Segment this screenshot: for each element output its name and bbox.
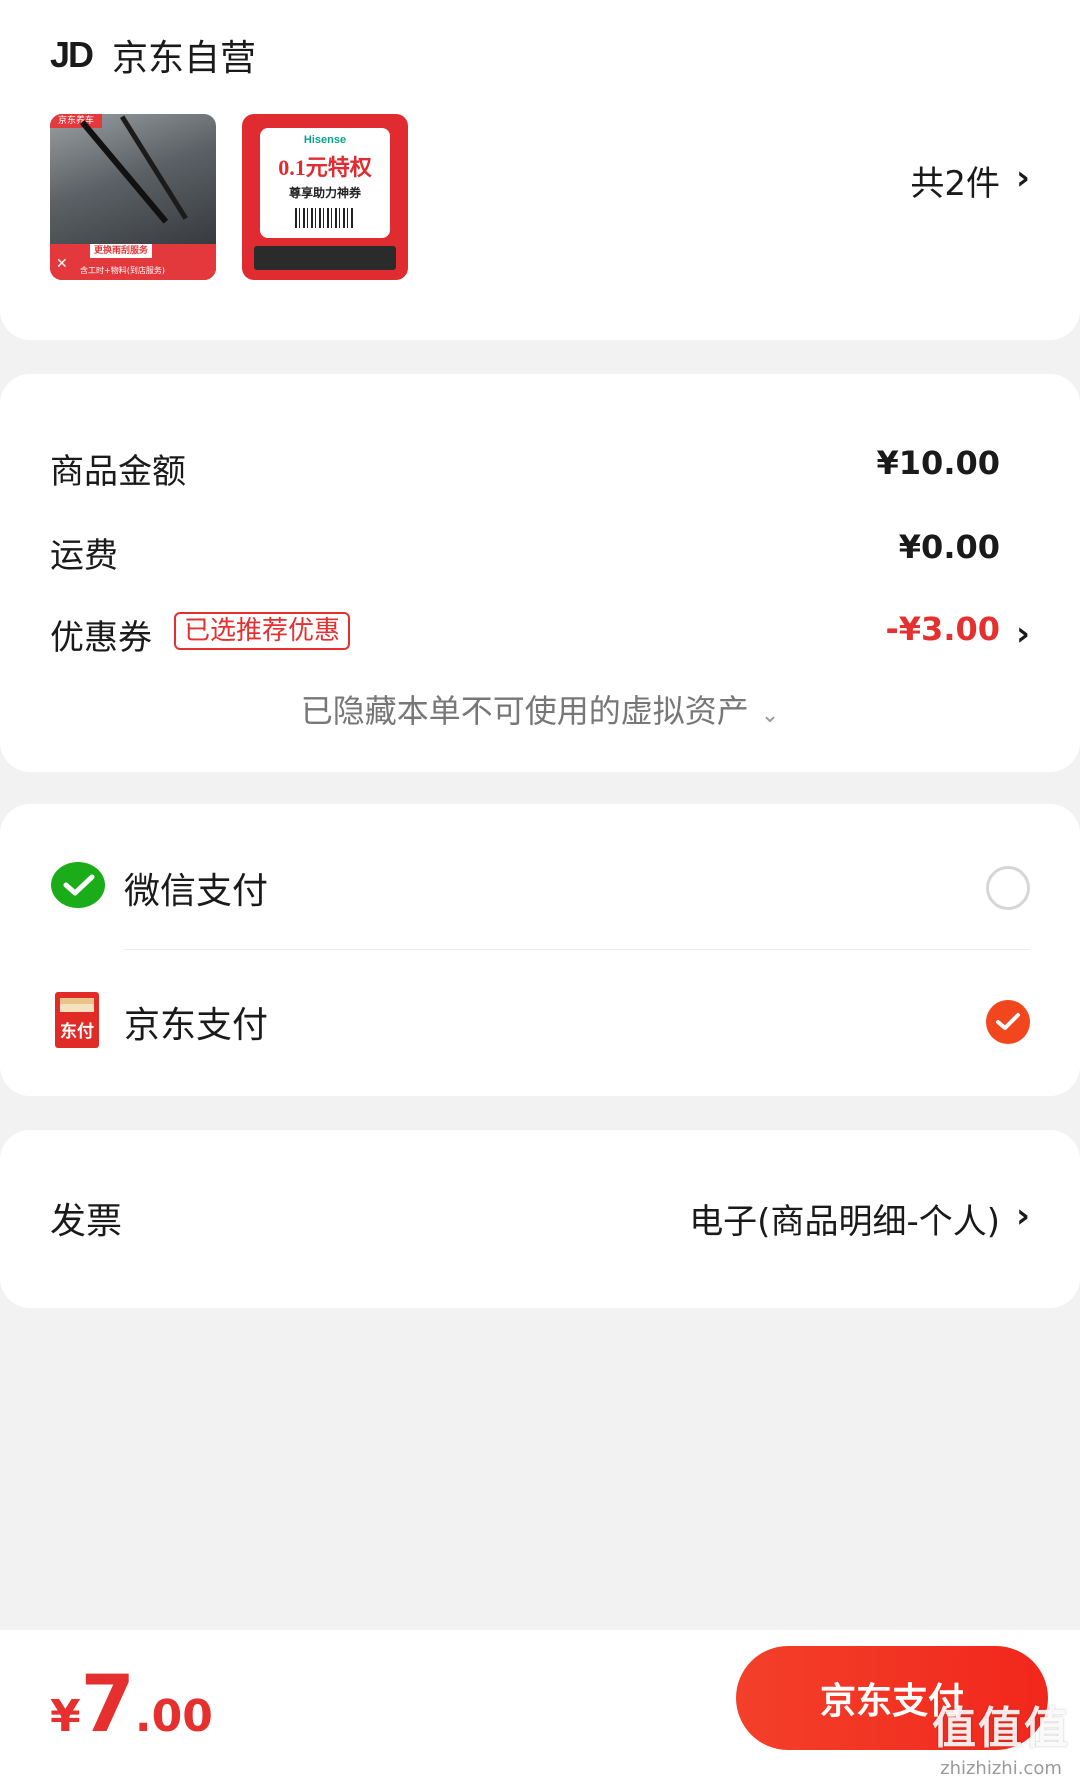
coupon-subtitle: 尊享助力神券 (288, 186, 361, 200)
product-thumbnail-coupon[interactable]: Hisense 0.1元特权 尊享助力神券 (242, 114, 408, 280)
item-count[interactable]: 共2件 (910, 156, 1000, 205)
store-header: JD 京东自营 (50, 30, 256, 80)
shipping-value: ¥0.00 (898, 528, 1000, 566)
coupon-panel: Hisense 0.1元特权 尊享助力神券 (260, 128, 390, 238)
wechat-pay-label[interactable]: 微信支付 (124, 862, 268, 914)
jd-pay-icon-text: 东付 (60, 1021, 94, 1042)
chevron-down-icon: ⌄ (760, 703, 780, 728)
invoice-value[interactable]: 电子(商品明细-个人) (689, 1194, 1000, 1243)
checkout-page: JD 京东自营 京东养车 更换雨刮服务 含工时+物料(到店服务) ✕ Hisen… (0, 0, 1080, 1778)
price-summary-card: 商品金额 ¥10.00 运费 ¥0.00 优惠券 已选推荐优惠 -¥3.00 ›… (0, 374, 1080, 772)
hidden-assets-toggle[interactable]: 已隐藏本单不可使用的虚拟资产 ⌄ (0, 686, 1080, 732)
checkout-bottom-bar: ¥7.00 京东支付 值值值 zhizhizhi.com (0, 1630, 1080, 1778)
coupon-footer-bar (254, 246, 396, 270)
watermark-logo: 值值值 (932, 1703, 1070, 1754)
chevron-right-icon[interactable]: › (1016, 158, 1030, 198)
hidden-assets-text: 已隐藏本单不可使用的虚拟资产 (300, 692, 749, 730)
total-price: ¥7.00 (50, 1660, 213, 1750)
goods-amount-label: 商品金额 (50, 452, 186, 492)
checkmark-icon (996, 1013, 1020, 1030)
jd-logo: JD (50, 34, 94, 75)
payment-methods-card: 微信支付 东付 京东支付 (0, 804, 1080, 1096)
store-card: JD 京东自营 京东养车 更换雨刮服务 含工时+物料(到店服务) ✕ Hisen… (0, 0, 1080, 340)
divider (124, 949, 1030, 950)
product-tag: 京东养车 (50, 114, 102, 128)
watermark-url: zhizhizhi.com (940, 1758, 1062, 1778)
product-banner-sub: 含工时+物料(到店服务) (80, 266, 165, 275)
jd-pay-icon: 东付 (55, 992, 99, 1048)
product-thumbnail-wiper[interactable]: 京东养车 更换雨刮服务 含工时+物料(到店服务) ✕ (50, 114, 216, 280)
total-integer: 7 (80, 1660, 135, 1750)
jd-pay-label[interactable]: 京东支付 (124, 996, 268, 1048)
product-banner-text: 更换雨刮服务 (90, 244, 153, 258)
currency-symbol: ¥ (50, 1691, 81, 1742)
chevron-right-icon[interactable]: › (1016, 1196, 1030, 1236)
chevron-right-icon[interactable]: › (1016, 614, 1030, 654)
wechat-pay-radio[interactable] (986, 866, 1030, 910)
goods-amount-value: ¥10.00 (876, 444, 1000, 482)
invoice-label: 发票 (50, 1201, 123, 1242)
coupon-price: 0.1元特权 (278, 155, 372, 180)
coupon-discount-value[interactable]: -¥3.00 (886, 610, 1001, 648)
barcode-graphic (295, 208, 355, 228)
wrench-icon: ✕ (56, 256, 68, 272)
coupon-badge[interactable]: 已选推荐优惠 (174, 612, 351, 650)
total-decimal: .00 (134, 1691, 213, 1742)
coupon-label[interactable]: 优惠券 (50, 610, 152, 659)
wechat-pay-icon (51, 862, 105, 908)
jd-pay-radio-selected[interactable] (986, 1000, 1030, 1044)
brand-logo: Hisense (303, 134, 347, 146)
invoice-card[interactable]: 发票 电子(商品明细-个人) › (0, 1130, 1080, 1308)
watermark: 值值值 zhizhizhi.com (932, 1692, 1070, 1778)
store-name: 京东自营 (112, 38, 257, 79)
shipping-label: 运费 (50, 536, 118, 576)
